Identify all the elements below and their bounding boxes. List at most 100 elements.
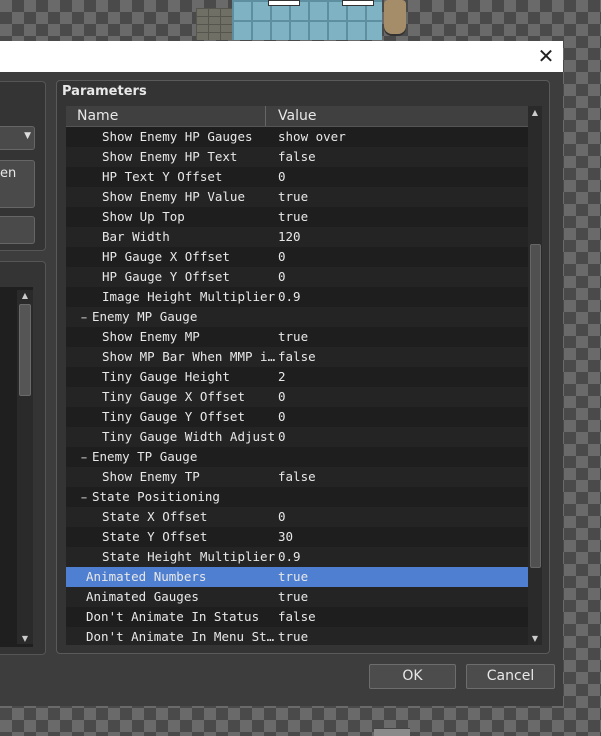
parameter-name: State Height Multiplier (66, 547, 302, 567)
parameter-name-label: Show Enemy MP (102, 329, 200, 344)
parameter-row[interactable]: State Y Offset 30 (66, 527, 528, 547)
parameter-row[interactable]: Show Up Top true (66, 207, 528, 227)
scrollbar-thumb[interactable] (19, 304, 31, 396)
collapse-icon[interactable]: − (80, 309, 88, 329)
parameter-row[interactable]: Show Enemy HP Value true (66, 187, 528, 207)
parameter-name-label: Tiny Gauge Height (102, 369, 230, 384)
parameter-row[interactable]: − Enemy TP Gauge (66, 447, 528, 467)
parameter-value: 0 (278, 389, 286, 404)
parameter-name: Tiny Gauge Y Offset (66, 407, 302, 427)
parameter-value: true (278, 589, 309, 604)
grid-header: Name Value (66, 106, 528, 127)
chevron-down-icon: ▼ (24, 131, 31, 141)
parameter-row[interactable]: Tiny Gauge Y Offset 0 (66, 407, 528, 427)
parameter-name-label: Tiny Gauge Y Offset (102, 409, 245, 424)
parameter-name: − State Positioning (66, 487, 280, 509)
parameter-name-label: HP Gauge Y Offset (102, 269, 230, 284)
parameter-row[interactable]: State Height Multiplier 0.9 (66, 547, 528, 567)
parameter-row[interactable]: Show Enemy HP Text false (66, 147, 528, 167)
parameter-name-label: HP Gauge X Offset (102, 249, 230, 264)
parameter-row[interactable]: Show MP Bar When MMP i… false (66, 347, 528, 367)
parameter-value: true (278, 329, 309, 344)
parameter-value: 30 (278, 529, 294, 544)
left-combo-box[interactable]: ▼ (0, 126, 35, 150)
left-list[interactable]: ▲ ▼ (0, 287, 33, 647)
scrollbar-thumb[interactable] (530, 244, 541, 568)
parameter-name: Tiny Gauge Height (66, 367, 302, 387)
parameter-row[interactable]: Animated Gauges true (66, 587, 528, 607)
column-header-name[interactable]: Name (66, 106, 266, 126)
parameter-row[interactable]: Image Height Multiplier 0.9 (66, 287, 528, 307)
parameter-value: true (278, 189, 309, 204)
parameter-row[interactable]: Don't Animate In Menu St… true (66, 627, 528, 645)
parameters-panel: Parameters Name Value Show Enemy HP Gaug… (56, 80, 550, 654)
parameter-row[interactable]: State X Offset 0 (66, 507, 528, 527)
parameter-row[interactable]: Tiny Gauge Height 2 (66, 367, 528, 387)
parameter-row[interactable]: HP Text Y Offset 0 (66, 167, 528, 187)
left-list-scrollbar[interactable]: ▲ ▼ (17, 290, 33, 644)
parameter-name-label: State Height Multiplier (102, 549, 276, 564)
parameter-name: Show Up Top (66, 207, 302, 227)
parameter-value: 0.9 (278, 549, 301, 564)
parameter-row[interactable]: − Enemy MP Gauge (66, 307, 528, 327)
parameter-name: Tiny Gauge X Offset (66, 387, 302, 407)
parameter-rows: Show Enemy HP Gauges show over Show Enemy … (66, 127, 528, 645)
parameter-row[interactable]: Animated Numbers true (66, 567, 528, 587)
parameter-name-label: Animated Gauges (86, 589, 199, 604)
parameter-row[interactable]: HP Gauge Y Offset 0 (66, 267, 528, 287)
parameter-value: 120 (278, 229, 301, 244)
parameter-name-label: Enemy MP Gauge (92, 309, 198, 324)
parameter-name: Show MP Bar When MMP i… (66, 347, 302, 367)
parameter-row[interactable]: Tiny Gauge X Offset 0 (66, 387, 528, 407)
parameter-name: State Y Offset (66, 527, 302, 547)
parameter-value: 0 (278, 509, 286, 524)
map-water-tile (232, 0, 382, 40)
cancel-button[interactable]: Cancel (466, 664, 555, 689)
scroll-down-icon[interactable]: ▼ (17, 634, 33, 643)
parameter-row[interactable]: HP Gauge X Offset 0 (66, 247, 528, 267)
left-text-box[interactable]: en (0, 160, 35, 208)
parameter-value: 0 (278, 409, 286, 424)
parameter-name: State X Offset (66, 507, 302, 527)
left-list-panel: ▲ ▼ (0, 261, 46, 655)
parameter-name-label: Enemy TP Gauge (92, 449, 198, 464)
close-icon[interactable]: ✕ (535, 45, 557, 67)
parameter-name-label: Tiny Gauge X Offset (102, 389, 245, 404)
parameter-name-label: HP Text Y Offset (102, 169, 223, 184)
parameter-value: 0 (278, 249, 286, 264)
parameter-name-label: Don't Animate In Menu St… (86, 629, 275, 644)
parameter-name: Animated Numbers (66, 567, 286, 587)
parameter-row[interactable]: Bar Width 120 (66, 227, 528, 247)
collapse-icon[interactable]: − (80, 489, 88, 509)
scroll-up-icon[interactable]: ▲ (528, 108, 542, 117)
map-sign (342, 0, 374, 6)
parameter-name: Bar Width (66, 227, 302, 247)
parameter-row[interactable]: Don't Animate In Status false (66, 607, 528, 627)
parameter-name-label: Animated Numbers (86, 569, 207, 584)
scroll-up-icon[interactable]: ▲ (17, 291, 33, 300)
column-header-value[interactable]: Value (266, 106, 528, 126)
parameter-row[interactable]: − State Positioning (66, 487, 528, 507)
parameter-name-label: State Positioning (92, 489, 220, 504)
map-sign (268, 0, 300, 6)
parameter-name: HP Gauge Y Offset (66, 267, 302, 287)
parameter-row[interactable]: Show Enemy HP Gauges show over (66, 127, 528, 147)
parameter-name: Show Enemy MP (66, 327, 302, 347)
parameter-name: Show Enemy HP Text (66, 147, 302, 167)
parameter-row[interactable]: Show Enemy MP true (66, 327, 528, 347)
collapse-icon[interactable]: − (80, 449, 88, 469)
parameter-value: true (278, 629, 309, 644)
left-text-box-label: en (0, 166, 17, 181)
grid-scrollbar[interactable]: ▲ ▼ (528, 106, 542, 645)
parameter-value: show over (278, 129, 346, 144)
scroll-down-icon[interactable]: ▼ (528, 634, 542, 643)
parameter-value: 0 (278, 429, 286, 444)
parameter-name-label: Show Enemy TP (102, 469, 200, 484)
left-input-box[interactable] (0, 216, 35, 244)
parameter-name: Animated Gauges (66, 587, 286, 607)
ok-button[interactable]: OK (369, 664, 456, 689)
parameter-row[interactable]: Tiny Gauge Width Adjust 0 (66, 427, 528, 447)
parameter-row[interactable]: Show Enemy TP false (66, 467, 528, 487)
parameter-name: − Enemy MP Gauge (66, 307, 280, 329)
left-settings-panel: ▼ en (0, 81, 46, 251)
